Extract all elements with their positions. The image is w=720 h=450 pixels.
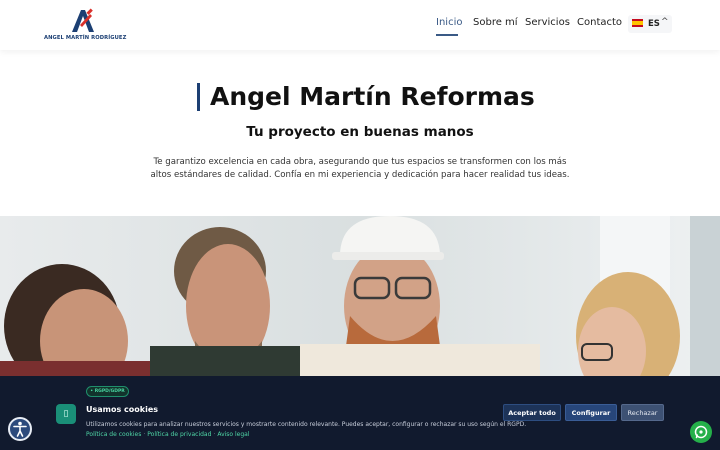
nav-active-indicator [436,34,458,36]
nav-item-inicio[interactable]: Inicio [436,17,462,28]
accessibility-icon [13,421,27,437]
language-code: ES [648,19,660,29]
hero-description: Te garantizo excelencia en cada obra, as… [150,156,570,182]
whatsapp-button[interactable] [690,421,712,443]
cookie-links: Política de cookies · Política de privacid… [86,431,250,438]
team-photo-illustration [0,216,720,376]
cookie-title: Usamos cookies [86,405,159,414]
gdpr-badge: • RGPD/GDPR [86,386,129,397]
legal-notice-link[interactable]: Aviso legal [217,431,249,438]
hero-description-line-1: Te garantizo excelencia en cada obra, as… [153,157,567,167]
logo-text: ANGEL MARTÍN RODRÍGUEZ [44,35,127,41]
chevron-up-icon: ^ [661,17,669,27]
nav-item-servicios[interactable]: Servicios [525,17,570,28]
nav-item-sobre-mi[interactable]: Sobre mí [473,17,518,28]
logo-mark-icon [72,8,94,32]
page-title: Angel Martín Reformas [210,82,535,111]
reject-button[interactable]: Rechazar [621,404,664,421]
site-header: ANGEL MARTÍN RODRÍGUEZ Inicio Sobre mí S… [0,0,720,50]
language-selector[interactable]: ES ^ [628,15,672,33]
page-subtitle: Tu proyecto en buenas manos [246,124,474,140]
cookie-icon: ▯ [56,404,76,424]
cookie-policy-link[interactable]: Política de cookies [86,431,141,438]
nav-item-contacto[interactable]: Contacto [577,17,622,28]
hero-photo [0,216,720,376]
cookie-banner: • RGPD/GDPR ▯ Usamos cookies Utilizamos … [0,376,720,450]
configure-button[interactable]: Configurar [565,404,617,421]
title-accent-bar [197,83,200,111]
accessibility-button[interactable] [8,417,32,441]
privacy-policy-link[interactable]: Política de privacidad [147,431,211,438]
accept-all-button[interactable]: Aceptar todo [503,404,561,421]
site-logo[interactable]: ANGEL MARTÍN RODRÍGUEZ [44,8,126,44]
cookie-text: Utilizamos cookies para analizar nuestro… [86,421,527,428]
spain-flag-icon [632,19,643,27]
whatsapp-icon [694,425,708,439]
hero-description-line-2: altos estándares de calidad. Confía en m… [150,170,570,180]
